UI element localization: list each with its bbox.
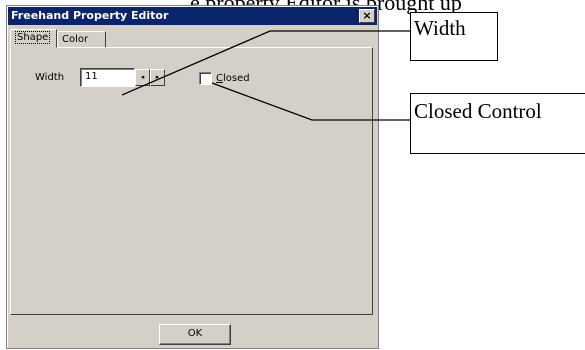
close-button[interactable]: × — [359, 9, 375, 23]
width-decrement-button[interactable]: ◂ — [135, 69, 150, 86]
window-title: Freehand Property Editor — [11, 9, 169, 22]
width-callout: Width — [410, 12, 498, 61]
tab-shape-label: Shape — [15, 31, 51, 44]
closed-checkbox[interactable] — [199, 72, 212, 85]
closed-label[interactable]: Closed — [216, 73, 250, 84]
tab-color-label: Color — [62, 34, 89, 45]
tab-shape[interactable]: Shape — [10, 29, 57, 48]
shape-tab-panel — [10, 47, 373, 315]
width-input[interactable]: 11 — [80, 68, 135, 87]
closed-label-accelerator: C — [216, 73, 223, 84]
arrow-left-icon: ◂ — [140, 73, 145, 81]
ok-button[interactable]: OK — [159, 324, 231, 345]
width-increment-button[interactable]: ▸ — [150, 69, 165, 86]
close-icon: × — [362, 9, 372, 22]
tab-color[interactable]: Color — [57, 31, 106, 48]
closed-control-callout: Closed Control — [410, 93, 585, 154]
title-bar: Freehand Property Editor × — [8, 7, 377, 25]
freehand-property-editor-dialog: Freehand Property Editor × Shape Color W… — [6, 5, 379, 349]
arrow-right-icon: ▸ — [155, 73, 160, 81]
width-label: Width — [35, 72, 65, 83]
closed-label-rest: losed — [222, 73, 250, 84]
